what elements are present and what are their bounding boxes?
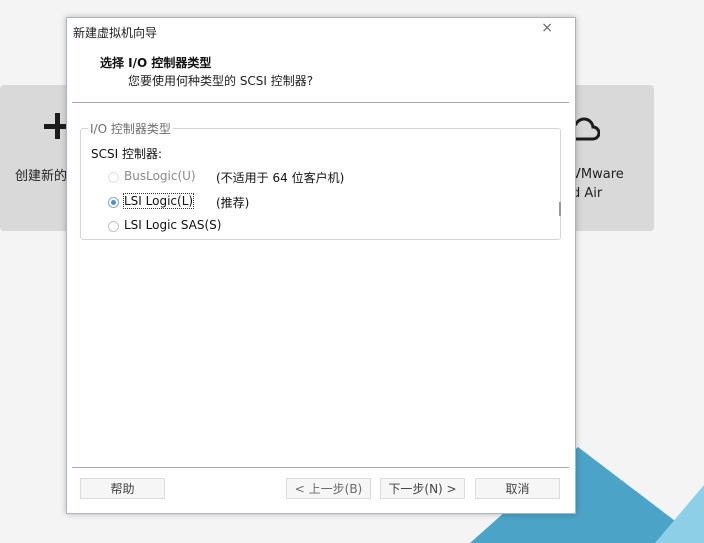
radio-button-lsi-logic-sas[interactable] xyxy=(108,221,119,232)
scsi-controller-label: SCSI 控制器: xyxy=(91,147,163,161)
vmware-air-card-line2: d Air xyxy=(572,186,603,201)
vmware-air-card-label: VMware d Air xyxy=(572,165,624,203)
radio-label-lsi-logic-sas[interactable]: LSI Logic SAS(S) xyxy=(124,218,221,232)
radio-button-lsi-logic[interactable] xyxy=(108,197,119,208)
next-button[interactable]: 下一步(N) > xyxy=(380,478,465,499)
new-vm-wizard-dialog: 新建虚拟机向导 × 选择 I/O 控制器类型 您要使用何种类型的 SCSI 控制… xyxy=(66,17,576,514)
radio-label-lsi-logic[interactable]: LSI Logic(L) xyxy=(122,193,195,209)
buslogic-note: (不适用于 64 位客户机) xyxy=(216,171,345,185)
step-description: 您要使用何种类型的 SCSI 控制器? xyxy=(128,74,314,88)
close-icon[interactable]: × xyxy=(541,20,553,36)
radio-label-buslogic[interactable]: BusLogic(U) xyxy=(124,169,196,183)
radio-button-buslogic[interactable] xyxy=(108,172,119,183)
wizard-header: 选择 I/O 控制器类型 您要使用何种类型的 SCSI 控制器? xyxy=(67,44,575,102)
step-title: 选择 I/O 控制器类型 xyxy=(100,56,212,70)
lsi-logic-note: (推荐) xyxy=(216,196,250,210)
vmware-air-card-line1: VMware xyxy=(572,167,624,182)
header-divider xyxy=(72,102,569,103)
groupbox-scroll-marker xyxy=(559,202,561,216)
back-button[interactable]: < 上一步(B) xyxy=(286,478,371,499)
footer-divider xyxy=(72,467,569,468)
help-button[interactable]: 帮助 xyxy=(80,478,165,499)
cancel-button[interactable]: 取消 xyxy=(475,478,560,499)
groupbox-title: I/O 控制器类型 xyxy=(88,120,173,137)
dialog-titlebar[interactable]: 新建虚拟机向导 × xyxy=(67,18,575,44)
dialog-title: 新建虚拟机向导 xyxy=(73,26,158,40)
create-vm-card-label: 创建新的 xyxy=(15,169,68,184)
io-controller-groupbox: I/O 控制器类型 SCSI 控制器: BusLogic(U) (不适用于 64… xyxy=(80,120,561,240)
